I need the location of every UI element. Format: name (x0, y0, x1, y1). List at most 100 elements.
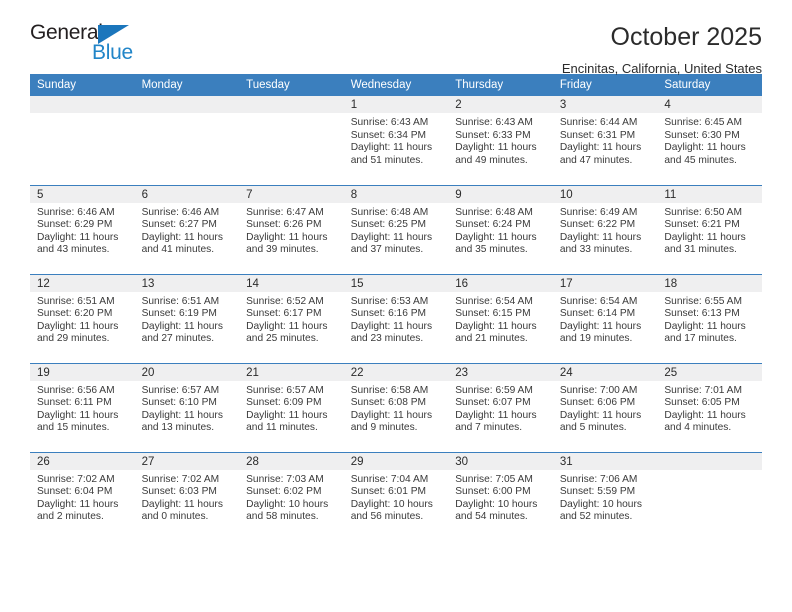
sunset-text: Sunset: 6:03 PM (141, 486, 217, 498)
day-number: 22 (343, 363, 449, 381)
calendar-day-cell[interactable]: 5 Sunrise: 6:46 AM Sunset: 6:29 PM Daylight… (30, 184, 135, 274)
calendar-day-cell[interactable]: 11 Sunrise: 6:50 AM Sunset: 6:21 PM Dayligh… (657, 184, 762, 274)
sunrise-text: Sunrise: 7:06 AM (559, 473, 638, 485)
general-blue-logo: General Blue (30, 22, 150, 70)
calendar-day-cell[interactable]: 19 Sunrise: 6:56 AM Sunset: 6:11 PM Dayligh… (30, 362, 135, 452)
day-number: 10 (552, 185, 658, 203)
day-details: Sunrise: 6:55 AM Sunset: 6:13 PM Daylight:… (657, 292, 762, 346)
day-details: Sunrise: 7:03 AM Sunset: 6:02 PM Daylight:… (239, 470, 344, 524)
sunrise-text: Sunrise: 6:56 AM (37, 384, 115, 396)
sunset-text: Sunset: 6:06 PM (559, 397, 636, 409)
weekday-header-saturday: Saturday (657, 74, 762, 96)
daylight-text: Daylight: 11 hours and 29 minutes. (37, 320, 119, 345)
calendar-day-cell[interactable]: 8 Sunrise: 6:48 AM Sunset: 6:25 PM Daylight… (343, 184, 449, 274)
sunrise-text: Sunrise: 6:51 AM (141, 295, 220, 307)
sunrise-text: Sunrise: 7:00 AM (559, 384, 638, 396)
sunrise-text: Sunrise: 6:54 AM (559, 295, 638, 307)
day-details: Sunrise: 6:51 AM Sunset: 6:20 PM Daylight:… (30, 292, 135, 346)
sunset-text: Sunset: 6:01 PM (350, 486, 427, 498)
day-details: Sunrise: 6:46 AM Sunset: 6:29 PM Daylight:… (30, 203, 135, 257)
calendar-day-cell[interactable]: 22 Sunrise: 6:58 AM Sunset: 6:08 PM Dayligh… (343, 362, 449, 452)
sunrise-text: Sunrise: 6:55 AM (664, 295, 742, 307)
day-details: Sunrise: 7:04 AM Sunset: 6:01 PM Daylight:… (344, 470, 449, 524)
calendar-day-cell[interactable]: 1 Sunrise: 6:43 AM Sunset: 6:34 PM Daylight… (343, 96, 449, 185)
calendar-day-cell[interactable]: 31 Sunrise: 7:06 AM Sunset: 5:59 PM Dayligh… (552, 451, 658, 541)
day-details: Sunrise: 6:44 AM Sunset: 6:31 PM Daylight:… (553, 113, 658, 167)
calendar-day-cell[interactable]: 23 Sunrise: 6:59 AM Sunset: 6:07 PM Dayligh… (448, 362, 553, 452)
weekday-header-friday: Friday (552, 74, 658, 96)
calendar-day-cell[interactable]: 6 Sunrise: 6:46 AM Sunset: 6:27 PM Daylight… (134, 184, 240, 274)
calendar-day-cell[interactable]: 29 Sunrise: 7:04 AM Sunset: 6:01 PM Dayligh… (343, 451, 449, 541)
calendar-day-cell[interactable]: 28 Sunrise: 7:03 AM Sunset: 6:02 PM Dayligh… (239, 451, 344, 541)
sunrise-text: Sunrise: 6:58 AM (350, 384, 429, 396)
calendar-day-cell[interactable]: 12 Sunrise: 6:51 AM Sunset: 6:20 PM Dayligh… (30, 273, 135, 363)
day-number: 21 (239, 363, 344, 381)
day-details: Sunrise: 7:05 AM Sunset: 6:00 PM Daylight:… (448, 470, 553, 524)
day-details: Sunrise: 6:59 AM Sunset: 6:07 PM Daylight:… (448, 381, 553, 435)
daylight-text: Daylight: 11 hours and 41 minutes. (141, 231, 223, 256)
day-number: 17 (552, 274, 658, 292)
sunrise-text: Sunrise: 7:02 AM (37, 473, 115, 485)
sunset-text: Sunset: 6:10 PM (141, 397, 217, 409)
daylight-text: Daylight: 10 hours and 52 minutes. (559, 498, 642, 523)
day-number: 13 (134, 274, 240, 292)
calendar-day-cell[interactable]: 2 Sunrise: 6:43 AM Sunset: 6:33 PM Daylight… (448, 96, 553, 185)
day-details: Sunrise: 6:58 AM Sunset: 6:08 PM Daylight:… (344, 381, 449, 435)
daylight-text: Daylight: 11 hours and 23 minutes. (350, 320, 433, 345)
sunset-text: Sunset: 6:29 PM (37, 219, 113, 231)
daylight-text: Daylight: 11 hours and 15 minutes. (37, 409, 119, 434)
day-number: 19 (30, 363, 135, 381)
calendar-day-cell[interactable]: 17 Sunrise: 6:54 AM Sunset: 6:14 PM Dayligh… (552, 273, 658, 363)
calendar-day-cell[interactable]: 7 Sunrise: 6:47 AM Sunset: 6:26 PM Daylight… (239, 184, 344, 274)
calendar-day-cell[interactable]: 30 Sunrise: 7:05 AM Sunset: 6:00 PM Dayligh… (448, 451, 553, 541)
day-details: Sunrise: 6:53 AM Sunset: 6:16 PM Daylight:… (344, 292, 449, 346)
sunset-text: Sunset: 6:33 PM (455, 129, 531, 141)
calendar-day-cell[interactable]: 26 Sunrise: 7:02 AM Sunset: 6:04 PM Dayligh… (30, 451, 135, 541)
day-number (239, 96, 344, 113)
sunrise-text: Sunrise: 7:02 AM (141, 473, 220, 485)
calendar-day-cell[interactable]: 13 Sunrise: 6:51 AM Sunset: 6:19 PM Dayligh… (134, 273, 240, 363)
logo-text-general: General (30, 21, 103, 44)
calendar-day-cell[interactable]: 21 Sunrise: 6:57 AM Sunset: 6:09 PM Dayligh… (239, 362, 344, 452)
calendar-day-cell[interactable]: 18 Sunrise: 6:55 AM Sunset: 6:13 PM Dayligh… (657, 273, 762, 363)
day-number: 20 (134, 363, 240, 381)
daylight-text: Daylight: 11 hours and 35 minutes. (455, 231, 537, 256)
day-number: 5 (30, 185, 135, 203)
calendar-day-cell[interactable]: 16 Sunrise: 6:54 AM Sunset: 6:15 PM Dayligh… (448, 273, 553, 363)
sunset-text: Sunset: 6:08 PM (350, 397, 427, 409)
daylight-text: Daylight: 11 hours and 17 minutes. (664, 320, 746, 345)
calendar-day-cell[interactable]: 9 Sunrise: 6:48 AM Sunset: 6:24 PM Daylight… (448, 184, 553, 274)
calendar-day-cell[interactable]: 20 Sunrise: 6:57 AM Sunset: 6:10 PM Dayligh… (134, 362, 240, 452)
weekday-header-monday: Monday (134, 74, 240, 96)
daylight-text: Daylight: 11 hours and 0 minutes. (141, 498, 223, 523)
calendar-day-cell[interactable]: 10 Sunrise: 6:49 AM Sunset: 6:22 PM Dayligh… (552, 184, 658, 274)
weekday-header-row: Sunday Monday Tuesday Wednesday Thursday… (30, 74, 762, 96)
logo-text-blue: Blue (92, 41, 133, 64)
calendar-body: 1 Sunrise: 6:43 AM Sunset: 6:34 PM Daylight… (30, 96, 762, 541)
calendar-day-cell[interactable]: 14 Sunrise: 6:52 AM Sunset: 6:17 PM Dayligh… (239, 273, 344, 363)
daylight-text: Daylight: 11 hours and 4 minutes. (664, 409, 746, 434)
calendar-week-row: 1 Sunrise: 6:43 AM Sunset: 6:34 PM Daylight… (30, 96, 762, 185)
calendar-day-cell[interactable]: 27 Sunrise: 7:02 AM Sunset: 6:03 PM Dayligh… (134, 451, 240, 541)
calendar-day-cell[interactable]: 4 Sunrise: 6:45 AM Sunset: 6:30 PM Daylight… (657, 96, 762, 185)
calendar-day-cell[interactable]: 15 Sunrise: 6:53 AM Sunset: 6:16 PM Dayligh… (343, 273, 449, 363)
day-number: 23 (448, 363, 553, 381)
day-details: Sunrise: 6:49 AM Sunset: 6:22 PM Daylight:… (553, 203, 658, 257)
sunset-text: Sunset: 6:30 PM (664, 129, 740, 141)
daylight-text: Daylight: 11 hours and 39 minutes. (246, 231, 328, 256)
calendar-day-cell[interactable]: 3 Sunrise: 6:44 AM Sunset: 6:31 PM Daylight… (552, 96, 658, 185)
sunrise-text: Sunrise: 6:57 AM (141, 384, 220, 396)
day-number: 18 (657, 274, 762, 292)
calendar-week-row: 12 Sunrise: 6:51 AM Sunset: 6:20 PM Dayligh… (30, 273, 762, 363)
day-number: 2 (448, 96, 553, 113)
calendar-week-row: 26 Sunrise: 7:02 AM Sunset: 6:04 PM Dayligh… (30, 451, 762, 541)
day-details: Sunrise: 6:57 AM Sunset: 6:10 PM Daylight:… (135, 381, 240, 435)
sunrise-text: Sunrise: 6:43 AM (455, 117, 533, 128)
calendar-day-cell[interactable]: 25 Sunrise: 7:01 AM Sunset: 6:05 PM Dayligh… (657, 362, 762, 452)
daylight-text: Daylight: 11 hours and 47 minutes. (559, 142, 642, 166)
day-number: 25 (657, 363, 762, 381)
sunset-text: Sunset: 6:26 PM (246, 219, 322, 231)
page-title: October 2025 (610, 23, 763, 51)
day-details: Sunrise: 6:56 AM Sunset: 6:11 PM Daylight:… (30, 381, 135, 435)
calendar-day-cell[interactable]: 24 Sunrise: 7:00 AM Sunset: 6:06 PM Dayligh… (552, 362, 658, 452)
